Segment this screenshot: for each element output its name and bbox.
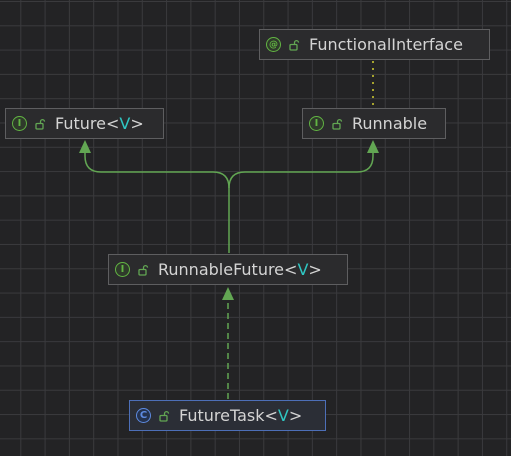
arrowhead-future <box>79 140 91 153</box>
node-runnablefuture[interactable]: I RunnableFuture < V > <box>108 254 348 285</box>
node-label: Future <box>55 114 106 133</box>
annotation-icon: @ <box>266 37 281 52</box>
node-future[interactable]: I Future < V > <box>5 108 164 139</box>
arrowhead-runnable <box>367 140 379 153</box>
public-lock-icon <box>330 117 344 131</box>
node-label: Runnable <box>352 114 428 133</box>
type-param: V <box>119 114 131 133</box>
type-open: < <box>284 260 298 279</box>
public-lock-icon <box>136 263 150 277</box>
public-lock-icon <box>287 38 301 52</box>
type-close: > <box>308 260 322 279</box>
type-close: > <box>288 406 303 425</box>
node-label: RunnableFuture <box>158 260 285 279</box>
edges-layer <box>79 61 379 399</box>
interface-icon: I <box>309 116 324 131</box>
node-futuretask[interactable]: C FutureTask < V > <box>129 400 326 431</box>
edge-runnablefuture-runnable <box>228 152 374 189</box>
node-label: FutureTask <box>179 406 265 425</box>
interface-icon: I <box>12 116 27 131</box>
node-label: FunctionalInterface <box>309 35 463 54</box>
diagram-canvas[interactable]: @ FunctionalInterface I Future < V > I R… <box>0 0 511 456</box>
type-param: V <box>277 406 289 425</box>
node-functionalinterface[interactable]: @ FunctionalInterface <box>259 29 490 60</box>
type-open: < <box>264 406 278 425</box>
arrowhead-runnablefuture <box>222 287 234 300</box>
type-open: < <box>105 114 120 133</box>
public-lock-icon <box>157 409 171 423</box>
class-icon: C <box>136 408 151 423</box>
type-close: > <box>130 114 144 133</box>
public-lock-icon <box>33 117 47 131</box>
type-param: V <box>297 260 309 279</box>
edge-runnablefuture-future <box>84 152 230 253</box>
interface-icon: I <box>115 262 130 277</box>
node-runnable[interactable]: I Runnable <box>302 108 446 139</box>
